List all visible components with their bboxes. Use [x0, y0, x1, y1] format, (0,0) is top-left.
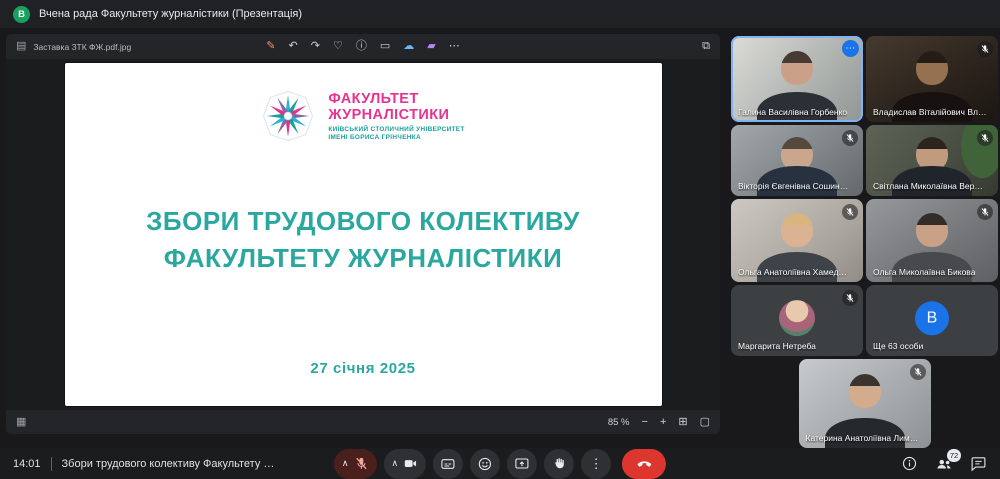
participants-panel-button[interactable]: 72: [935, 455, 953, 473]
present-screen-icon: [514, 456, 530, 472]
participant-tile-speaking[interactable]: ⋯ Галина Василівна Горбенко: [731, 36, 863, 122]
slide-date: 27 січня 2025: [65, 360, 662, 377]
meeting-control-bar: 14:01 Збори трудового колективу Факульте…: [0, 448, 1000, 479]
mic-options-caret-icon[interactable]: ∧: [342, 459, 349, 468]
pdf-filename: Заставка ЗТК ФЖ.pdf.jpg: [33, 42, 131, 52]
mic-off-icon: [842, 130, 858, 146]
more-options-button[interactable]: ⋮: [581, 449, 611, 479]
participant-name: Вікторія Євгенівна Сошинська: [738, 181, 852, 191]
camera-button[interactable]: ∧: [384, 449, 427, 479]
mic-off-icon: [977, 204, 993, 220]
expand-icon[interactable]: ▢: [700, 417, 710, 428]
document-icon: ▤: [16, 41, 26, 52]
presentation-header: В Вчена рада Факультету журналістики (Пр…: [0, 0, 1000, 28]
mic-off-icon: [354, 456, 369, 471]
redo-icon[interactable]: ↷: [311, 41, 320, 52]
info-icon: [901, 455, 918, 472]
pdf-bottom-toolbar: ▦ 85 % − + ⊞ ▢: [6, 410, 720, 434]
thumbnails-icon[interactable]: ▦: [16, 417, 26, 428]
participants-grid: ⋯ Галина Василівна Горбенко Владислав Ві…: [731, 36, 998, 451]
participant-name: Світлана Миколаївна Верниг...: [873, 181, 987, 191]
presentation-title: Вчена рада Факультету журналістики (През…: [39, 8, 302, 20]
raised-hand-icon: [552, 456, 567, 471]
end-call-icon: [636, 455, 653, 472]
chat-panel-button[interactable]: [970, 455, 987, 472]
zoom-in-icon[interactable]: +: [660, 417, 666, 428]
chat-icon: [970, 455, 987, 472]
participant-name: Маргарита Нетреба: [738, 341, 816, 351]
fit-page-icon[interactable]: ⊞: [678, 417, 687, 428]
zoom-level: 85 %: [608, 417, 630, 428]
participant-tile[interactable]: Маргарита Нетреба: [731, 285, 863, 356]
more-vertical-icon: ⋮: [590, 456, 603, 472]
mic-off-icon: [977, 41, 993, 57]
participant-name: Ольга Миколаївна Бикова: [873, 267, 975, 277]
meeting-title: Збори трудового колективу Факультету жур…: [62, 458, 280, 470]
participant-tile[interactable]: Ольга Анатоліївна Хамедова: [731, 199, 863, 282]
mic-off-icon: [910, 364, 926, 380]
raise-hand-button[interactable]: [544, 449, 574, 479]
brand-title-line2: ЖУРНАЛІСТИКИ: [328, 107, 464, 123]
participant-tile[interactable]: Вікторія Євгенівна Сошинська: [731, 125, 863, 196]
faculty-logo-icon: [261, 89, 315, 143]
participant-avatar: [779, 300, 815, 336]
end-call-button[interactable]: [622, 449, 666, 479]
participant-avatar: В: [915, 301, 949, 335]
camera-icon: [403, 456, 418, 471]
cloud-icon[interactable]: ☁: [403, 41, 414, 52]
smiley-icon: [477, 456, 493, 472]
university-line2: ІМЕНІ БОРИСА ГРІНЧЕНКА: [328, 134, 464, 141]
mic-button[interactable]: ∧: [334, 449, 377, 479]
camera-options-caret-icon[interactable]: ∧: [392, 459, 399, 468]
zoom-out-icon[interactable]: −: [642, 417, 648, 428]
captions-icon: [440, 456, 456, 472]
participant-name: Галина Василівна Горбенко: [738, 107, 847, 117]
faculty-logo-block: ФАКУЛЬТЕТ ЖУРНАЛІСТИКИ КИЇВСЬКИЙ СТОЛИЧН…: [65, 89, 662, 143]
present-button[interactable]: [507, 449, 537, 479]
tile-menu-button[interactable]: ⋯: [842, 40, 859, 57]
fullscreen-icon[interactable]: ⧉: [702, 41, 710, 52]
participant-name: Владислав Віталійович Влас...: [873, 107, 987, 117]
undo-icon[interactable]: ↶: [289, 41, 298, 52]
toolbar-more-icon[interactable]: ⋯: [449, 41, 460, 52]
presenter-avatar: В: [13, 6, 30, 23]
mic-off-icon: [842, 290, 858, 306]
participant-tile[interactable]: Ольга Миколаївна Бикова: [866, 199, 998, 282]
slide-stage: ФАКУЛЬТЕТ ЖУРНАЛІСТИКИ КИЇВСЬКИЙ СТОЛИЧН…: [6, 59, 720, 410]
meeting-details-button[interactable]: [901, 455, 918, 472]
mic-off-icon: [842, 204, 858, 220]
participant-name: Катерина Анатоліївна Лимарь: [806, 433, 920, 443]
clock: 14:01: [13, 458, 41, 470]
brand-title-line1: ФАКУЛЬТЕТ: [328, 91, 464, 107]
info-icon[interactable]: ⓘ: [356, 41, 367, 52]
university-line1: КИЇВСЬКИЙ СТОЛИЧНИЙ УНІВЕРСИТЕТ: [328, 126, 464, 133]
more-participants-label: Ще 63 особи: [873, 341, 923, 351]
participants-count-badge: 72: [947, 449, 961, 462]
slide-title: ЗБОРИ ТРУДОВОГО КОЛЕКТИВУ ФАКУЛЬТЕТУ ЖУР…: [65, 203, 662, 277]
favorite-icon[interactable]: ♡: [333, 41, 343, 52]
reactions-button[interactable]: [470, 449, 500, 479]
participant-name: Ольга Анатоліївна Хамедова: [738, 267, 852, 277]
participant-tile[interactable]: Світлана Миколаївна Верниг...: [866, 125, 998, 196]
participant-tile[interactable]: Владислав Віталійович Влас...: [866, 36, 998, 122]
annotate-icon[interactable]: ✎: [266, 41, 275, 52]
overflow-participants-tile[interactable]: В Ще 63 особи: [866, 285, 998, 356]
mic-off-icon: [977, 130, 993, 146]
display-icon[interactable]: ▭: [380, 41, 390, 52]
faculty-logo-text: ФАКУЛЬТЕТ ЖУРНАЛІСТИКИ КИЇВСЬКИЙ СТОЛИЧН…: [328, 91, 464, 142]
participant-tile[interactable]: Катерина Анатоліївна Лимарь: [799, 359, 931, 448]
shared-screen-viewer: ▤ Заставка ЗТК ФЖ.pdf.jpg ✎ ↶ ↷ ♡ ⓘ ▭ ☁ …: [6, 34, 720, 434]
highlight-icon[interactable]: ▰: [427, 41, 435, 52]
presentation-slide: ФАКУЛЬТЕТ ЖУРНАЛІСТИКИ КИЇВСЬКИЙ СТОЛИЧН…: [65, 63, 662, 406]
captions-button[interactable]: [433, 449, 463, 479]
pdf-toolbar: ▤ Заставка ЗТК ФЖ.pdf.jpg ✎ ↶ ↷ ♡ ⓘ ▭ ☁ …: [6, 34, 720, 59]
divider: [51, 457, 52, 471]
